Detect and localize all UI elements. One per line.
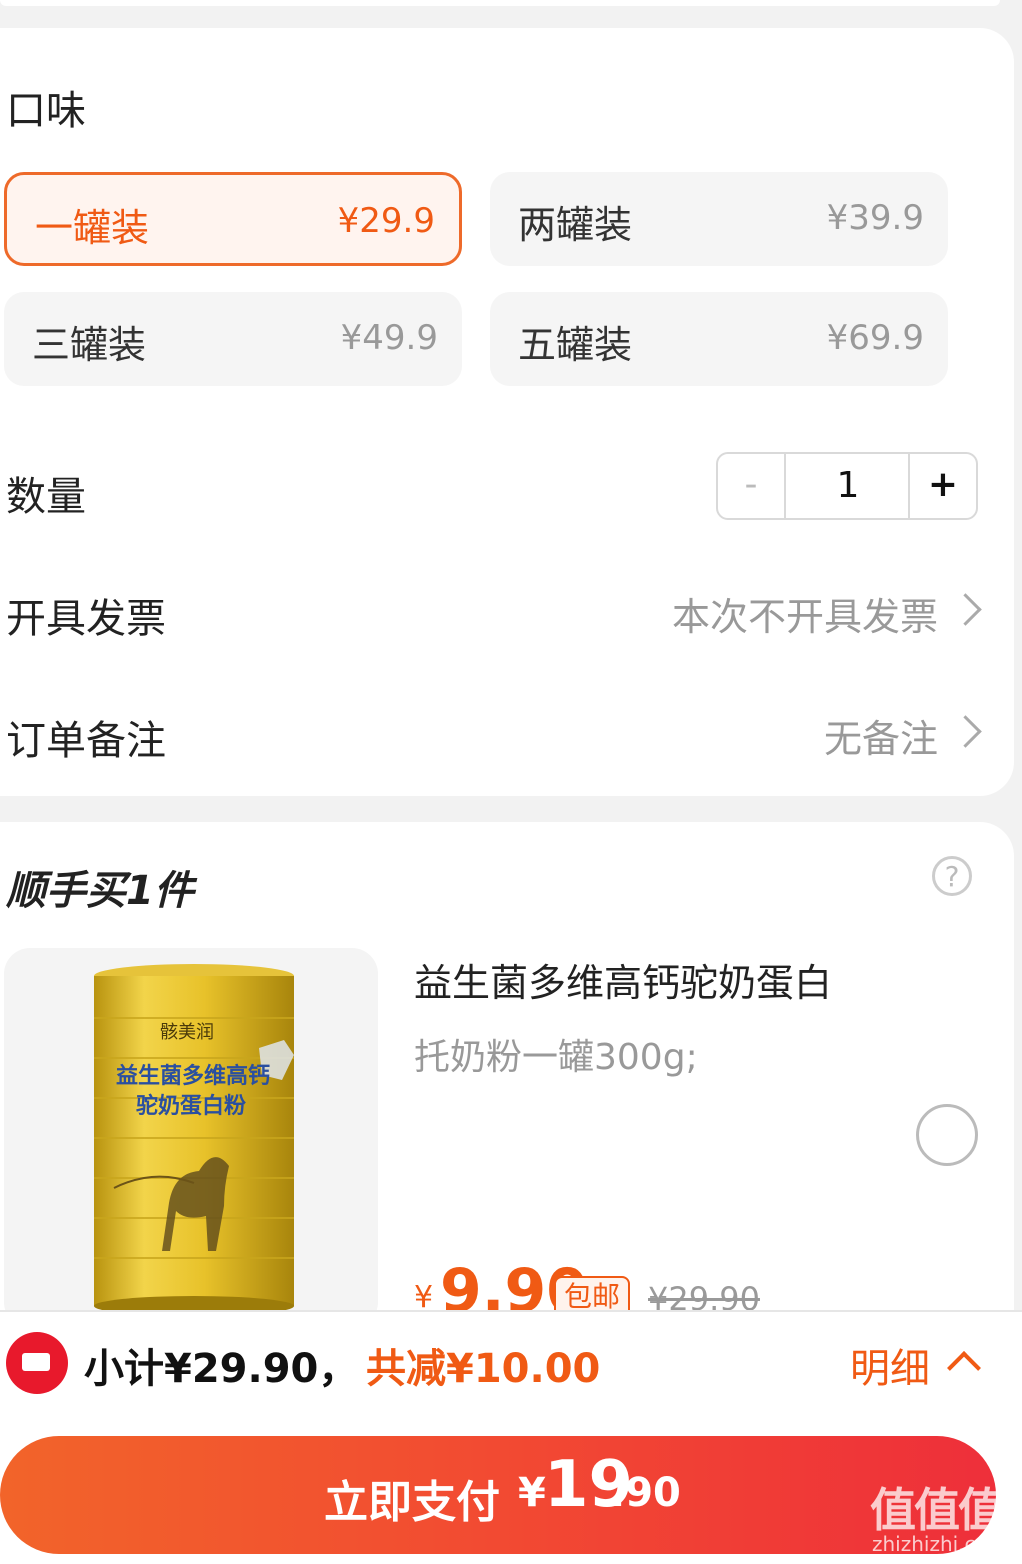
milk-powder-can-image <box>94 964 294 1316</box>
flavor-option-3[interactable]: 三罐装 ¥49.9 <box>4 292 462 386</box>
flavor-option-price: ¥29.9 <box>337 201 435 241</box>
flavor-option-2[interactable]: 两罐装 ¥39.9 <box>490 172 948 266</box>
pay-currency: ¥ <box>518 1470 546 1516</box>
pay-amount-dec: .90 <box>610 1470 681 1516</box>
watermark-logo: 值值值 zhizhizhi.com <box>870 1474 1010 1558</box>
detail-link[interactable]: 明细 <box>850 1336 930 1394</box>
can-name-line2: 驼奶蛋白粉 <box>136 1094 247 1119</box>
watermark-main: 值值值 <box>870 1483 1004 1537</box>
watermark-sub: zhizhizhi.com <box>872 1532 1008 1556</box>
remark-label: 订单备注 <box>6 718 166 764</box>
increase-button[interactable]: + <box>908 454 976 518</box>
order-options-card <box>0 28 1014 796</box>
subtotal-text: 小计¥29.90， <box>84 1346 359 1392</box>
upsell-title: 顺手买1件 <box>6 868 194 914</box>
flavor-option-name: 一罐装 <box>35 206 150 250</box>
pay-now-button[interactable]: 立即支付 ¥ 19 .90 <box>0 1436 996 1554</box>
quantity-value[interactable]: 1 <box>786 454 910 518</box>
invoice-value[interactable]: 本次不开具发票 <box>672 586 938 641</box>
pay-label: 立即支付 <box>324 1477 500 1528</box>
flavor-option-price: ¥69.9 <box>826 318 924 358</box>
original-price: ¥29.90 <box>648 1280 760 1310</box>
flavor-option-name: 三罐装 <box>32 323 147 367</box>
flavor-section-title: 口味 <box>6 88 86 134</box>
product-price-row: ¥ 9.90 包邮 ¥29.90 <box>410 1262 810 1310</box>
product-title[interactable]: 益生菌多维高钙驼奶蛋白 <box>414 952 832 1007</box>
price-currency: ¥ <box>414 1280 434 1310</box>
flavor-option-price: ¥39.9 <box>826 198 924 238</box>
can-brand-text: 骸美润 <box>160 1022 214 1043</box>
quantity-stepper: - 1 + <box>716 452 978 520</box>
flavor-option-1[interactable]: 一罐装 ¥29.9 <box>4 172 462 266</box>
product-subtitle: 托奶粉一罐300g; <box>414 1037 698 1078</box>
discount-text: 共减¥10.00 <box>366 1346 601 1392</box>
flavor-option-name: 五罐装 <box>518 323 633 367</box>
free-shipping-badge: 包邮 <box>554 1276 631 1310</box>
remark-value[interactable]: 无备注 <box>824 708 938 763</box>
product-image[interactable]: 骸美润 益生菌多维高钙 驼奶蛋白粉 <box>4 948 378 1328</box>
flavor-option-name: 两罐装 <box>518 203 633 247</box>
quantity-label: 数量 <box>6 474 86 520</box>
previous-card-edge <box>0 0 1000 6</box>
flavor-option-4[interactable]: 五罐装 ¥69.9 <box>490 292 948 386</box>
help-icon[interactable]: ? <box>932 856 972 896</box>
product-select-checkbox[interactable] <box>916 1104 978 1166</box>
invoice-label: 开具发票 <box>6 596 166 642</box>
flavor-option-price: ¥49.9 <box>340 318 438 358</box>
coupon-icon <box>6 1332 68 1394</box>
can-name-line1: 益生菌多维高钙 <box>116 1064 271 1089</box>
decrease-button[interactable]: - <box>718 454 786 518</box>
